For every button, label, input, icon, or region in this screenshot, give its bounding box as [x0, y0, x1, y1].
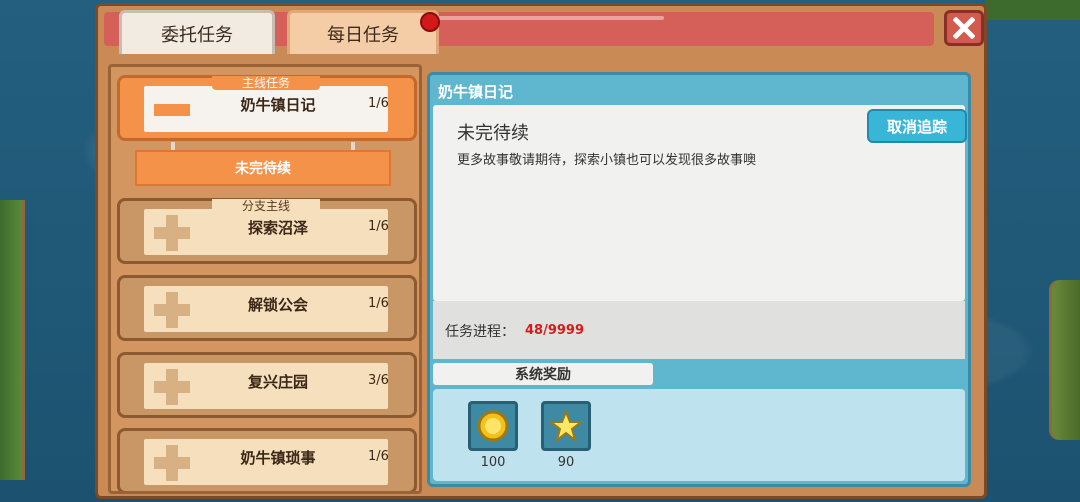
detail-description: 更多故事敬请期待，探索小镇也可以发现很多故事噢	[457, 153, 757, 168]
quest-count: 1/6	[368, 219, 389, 234]
island-right	[1049, 280, 1080, 440]
coin-icon	[477, 410, 509, 442]
tab-commission-quests[interactable]: 委托任务	[119, 10, 275, 54]
expand-icon[interactable]	[154, 445, 190, 481]
quest-name: 奶牛镇琐事	[240, 449, 316, 467]
expand-icon[interactable]	[154, 292, 190, 328]
detail-body: 未完待续 更多故事敬请期待，探索小镇也可以发现很多故事噢 取消追踪	[433, 105, 967, 301]
cancel-tracking-button[interactable]: 取消追踪	[867, 109, 967, 143]
collapse-icon[interactable]	[154, 104, 190, 116]
star-icon	[549, 409, 583, 443]
quest-name: 探索沼泽	[247, 219, 308, 237]
quest-panel: 委托任务 每日任务 主线任务 奶牛镇日记 1/6 未完待续 分支主线 探索沼泽 …	[95, 3, 987, 499]
reward-quantity: 100	[480, 455, 506, 470]
close-icon	[953, 17, 975, 39]
quest-count: 3/6	[368, 373, 389, 388]
progress-row: 任务进程： 48/9999	[433, 301, 965, 359]
quest-tag: 主线任务	[212, 76, 320, 90]
tab-daily-quests[interactable]: 每日任务	[287, 10, 439, 54]
quest-list: 主线任务 奶牛镇日记 1/6 未完待续 分支主线 探索沼泽 1/6 解锁公会 1…	[108, 64, 422, 494]
quest-sub-item[interactable]: 未完待续	[135, 150, 391, 186]
rewards-title: 系统奖励	[433, 363, 653, 385]
detail-status: 未完待续	[457, 123, 529, 144]
quest-count: 1/6	[368, 296, 389, 311]
quest-name: 解锁公会	[247, 296, 308, 314]
island-left	[0, 200, 25, 480]
quest-entry[interactable]: 分支主线 探索沼泽 1/6	[117, 198, 417, 264]
quest-name: 复兴庄园	[247, 373, 308, 391]
quest-entry[interactable]: 解锁公会 1/6	[117, 275, 417, 341]
quest-entry[interactable]: 复兴庄园 3/6	[117, 352, 417, 418]
reward-quantity: 90	[557, 455, 575, 470]
quest-name: 奶牛镇日记	[240, 96, 316, 114]
notification-dot	[420, 12, 440, 32]
progress-value: 48/9999	[525, 323, 585, 338]
reward-item[interactable]: 100	[468, 401, 518, 470]
detail-title: 奶牛镇日记	[438, 83, 514, 101]
reward-item[interactable]: 90	[541, 401, 591, 470]
expand-icon[interactable]	[154, 369, 190, 405]
reward-box	[541, 401, 591, 451]
reward-box	[468, 401, 518, 451]
progress-label: 任务进程：	[445, 324, 515, 340]
rewards-tab: 系统奖励	[430, 359, 658, 387]
island-top-right	[985, 0, 1080, 20]
quest-tag: 分支主线	[212, 199, 320, 213]
rewards-area: 100 90	[433, 389, 965, 481]
quest-entry[interactable]: 奶牛镇琐事 1/6	[117, 428, 417, 491]
quest-entry-active[interactable]: 主线任务 奶牛镇日记 1/6	[117, 75, 417, 141]
title-bar-highlight	[424, 16, 664, 20]
quest-detail: 奶牛镇日记 未完待续 更多故事敬请期待，探索小镇也可以发现很多故事噢 取消追踪 …	[427, 72, 971, 487]
quest-count: 1/6	[368, 449, 389, 464]
expand-icon[interactable]	[154, 215, 190, 251]
close-button[interactable]	[944, 10, 984, 46]
quest-count: 1/6	[368, 96, 389, 111]
